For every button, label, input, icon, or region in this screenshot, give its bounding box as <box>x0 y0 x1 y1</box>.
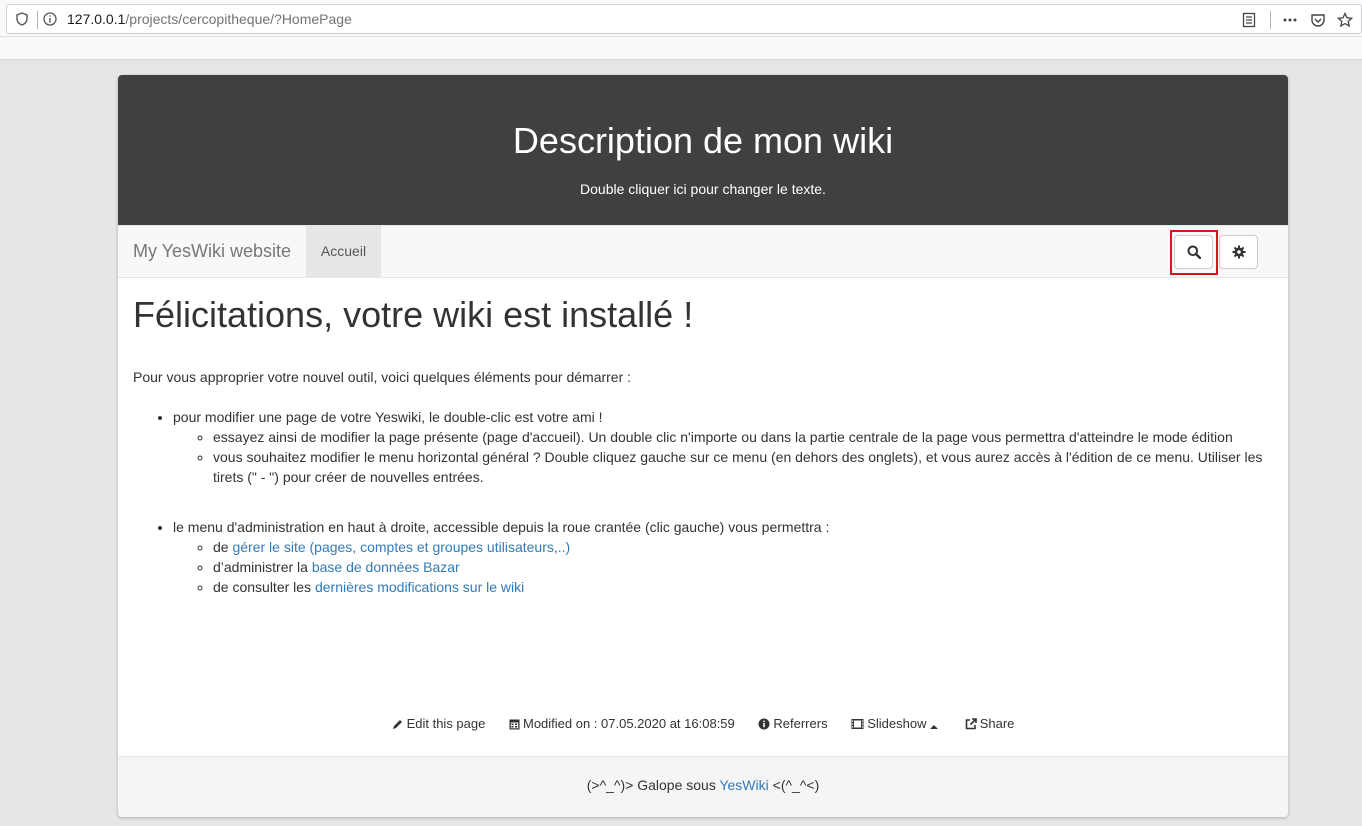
header-banner[interactable]: Description de mon wiki Double cliquer i… <box>118 75 1288 225</box>
share-label: Share <box>979 716 1015 731</box>
tips-list: pour modifier une page de votre Yeswiki,… <box>133 407 1273 597</box>
address-bar[interactable]: 127.0.0.1/projects/cercopitheque/?HomePa… <box>6 4 1362 34</box>
list-item: de gérer le site (pages, comptes et grou… <box>213 537 1273 557</box>
browser-toolbar: 127.0.0.1/projects/cercopitheque/?HomePa… <box>0 0 1362 37</box>
caret-up-icon <box>930 725 939 729</box>
referrers-link[interactable]: Referrers <box>758 716 828 731</box>
list-item: essayez ainsi de modifier la page présen… <box>213 427 1273 447</box>
banner-title: Description de mon wiki <box>512 120 894 161</box>
url-text[interactable]: 127.0.0.1/projects/cercopitheque/?HomePa… <box>67 11 352 27</box>
url-path: /projects/cercopitheque/?HomePage <box>125 11 352 27</box>
separator <box>1270 11 1271 29</box>
separator <box>37 11 38 29</box>
recent-changes-link[interactable]: dernières modifications sur le wiki <box>315 579 524 595</box>
share-link[interactable]: Share <box>965 716 1015 731</box>
list-item: de consulter les dernières modifications… <box>213 577 1273 597</box>
list-item: le menu d'administration en haut à droit… <box>173 517 1273 597</box>
credit-suffix: <(^_^<) <box>768 777 820 793</box>
page-actions-bar: Edit this page Modified on : 07.05.2020 … <box>118 716 1288 731</box>
page-container: Description de mon wiki Double cliquer i… <box>118 75 1288 817</box>
reader-view-icon[interactable] <box>1241 12 1257 28</box>
pocket-icon[interactable] <box>1310 12 1326 28</box>
toolbar-spacer <box>0 37 1362 60</box>
modified-date[interactable]: Modified on : 07.05.2020 at 16:08:59 <box>509 716 735 731</box>
more-actions-icon[interactable] <box>1282 12 1298 28</box>
url-host: 127.0.0.1 <box>67 11 126 27</box>
banner-subtitle: Double cliquer ici pour changer le texte… <box>580 181 826 197</box>
slideshow-dropdown[interactable]: Slideshow <box>851 716 941 731</box>
slideshow-label: Slideshow <box>867 716 927 731</box>
referrers-label: Referrers <box>773 716 828 731</box>
edit-page-label: Edit this page <box>406 716 486 731</box>
site-brand-link[interactable]: My YesWiki website <box>133 241 291 262</box>
list-item: pour modifier une page de votre Yeswiki,… <box>173 407 1273 487</box>
page-content[interactable]: Félicitations, votre wiki est installé !… <box>118 295 1288 597</box>
page-title: Félicitations, votre wiki est installé ! <box>133 294 694 335</box>
bookmark-star-icon[interactable] <box>1337 12 1353 28</box>
gear-icon <box>1232 245 1246 259</box>
site-footer: (>^_^)> Galope sous YesWiki <(^_^<) <box>118 756 1288 817</box>
sub-list: de gérer le site (pages, comptes et grou… <box>173 537 1273 597</box>
list-item-prefix: d’administrer la <box>213 559 312 575</box>
list-item: vous souhaitez modifier le menu horizont… <box>213 447 1273 487</box>
info-circle-icon <box>758 718 770 730</box>
shield-icon[interactable] <box>15 12 29 26</box>
edit-page-link[interactable]: Edit this page <box>392 716 486 731</box>
list-item-prefix: de <box>213 539 233 555</box>
list-item-text: le menu d'administration en haut à droit… <box>173 519 830 535</box>
pencil-icon <box>392 720 402 729</box>
settings-button[interactable] <box>1219 235 1258 269</box>
calendar-icon <box>509 719 520 730</box>
bazar-database-link[interactable]: base de données Bazar <box>312 559 460 575</box>
list-item-prefix: de consulter les <box>213 579 315 595</box>
nav-tab-accueil[interactable]: Accueil <box>306 226 381 277</box>
share-icon <box>965 718 977 730</box>
intro-paragraph: Pour vous approprier votre nouvel outil,… <box>133 369 632 385</box>
search-highlight-box <box>1170 230 1218 275</box>
info-icon[interactable] <box>43 12 57 26</box>
sub-list: essayez ainsi de modifier la page présen… <box>173 427 1273 487</box>
modified-label: Modified on : 07.05.2020 at 16:08:59 <box>522 716 735 731</box>
list-item: d’administrer la base de données Bazar <box>213 557 1273 577</box>
film-icon <box>851 719 864 729</box>
manage-site-link[interactable]: gérer le site (pages, comptes et groupes… <box>232 539 570 555</box>
list-item-text: pour modifier une page de votre Yeswiki,… <box>173 409 603 425</box>
yeswiki-link[interactable]: YesWiki <box>719 777 768 793</box>
credit-prefix: (>^_^)> Galope sous <box>586 777 720 793</box>
top-navbar: My YesWiki website Accueil <box>118 225 1288 278</box>
